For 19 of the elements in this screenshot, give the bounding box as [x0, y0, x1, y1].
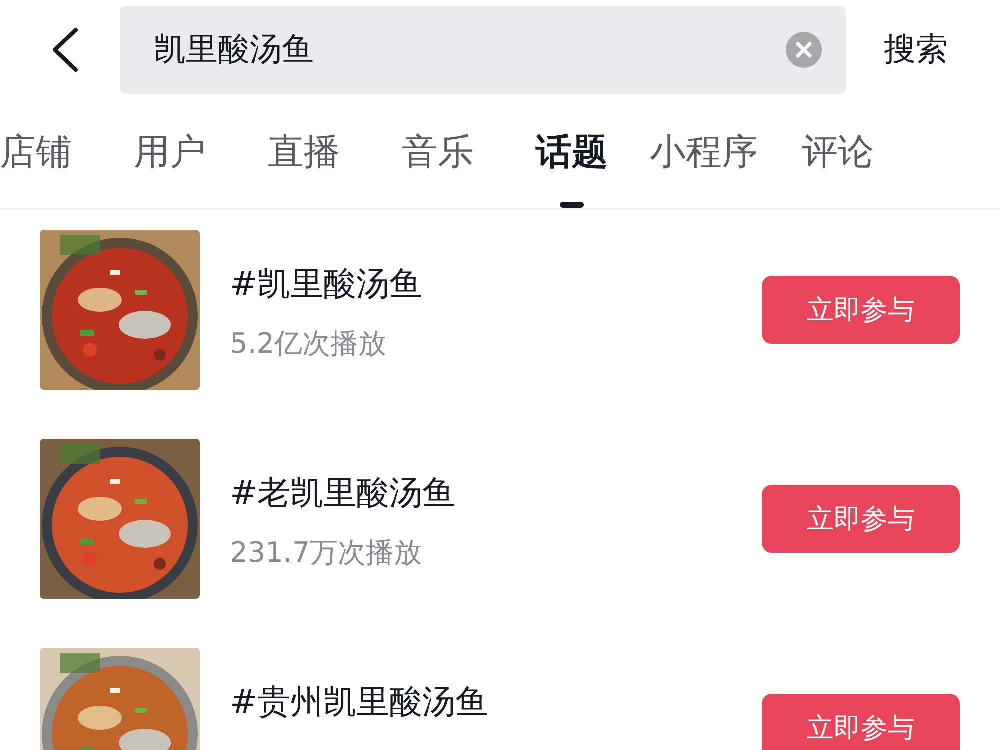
tab[interactable]: 用户 — [134, 97, 206, 208]
join-button[interactable]: 立即参与 — [762, 694, 960, 750]
play-count: 5.2亿次播放 — [230, 326, 388, 362]
join-button[interactable]: 立即参与 — [762, 485, 960, 553]
search-field[interactable]: 凯里酸汤鱼 — [120, 6, 846, 94]
back-icon[interactable] — [50, 26, 80, 72]
tab[interactable]: 店铺 — [0, 97, 72, 208]
topic-title: #凯里酸汤鱼 — [230, 263, 424, 305]
tab[interactable]: 直播 — [268, 97, 340, 208]
search-button[interactable]: 搜索 — [884, 28, 948, 72]
search-input[interactable]: 凯里酸汤鱼 — [152, 30, 786, 70]
topic-title: #贵州凯里酸汤鱼 — [230, 681, 490, 723]
tab[interactable]: 音乐 — [402, 97, 474, 208]
play-count: 231.7万次播放 — [230, 535, 424, 571]
tab[interactable]: 评论 — [802, 97, 874, 208]
tab[interactable]: 话题 — [536, 97, 608, 208]
topic-title: #老凯里酸汤鱼 — [230, 472, 457, 514]
tab[interactable]: 小程序 — [650, 97, 758, 208]
join-button[interactable]: 立即参与 — [762, 276, 960, 344]
